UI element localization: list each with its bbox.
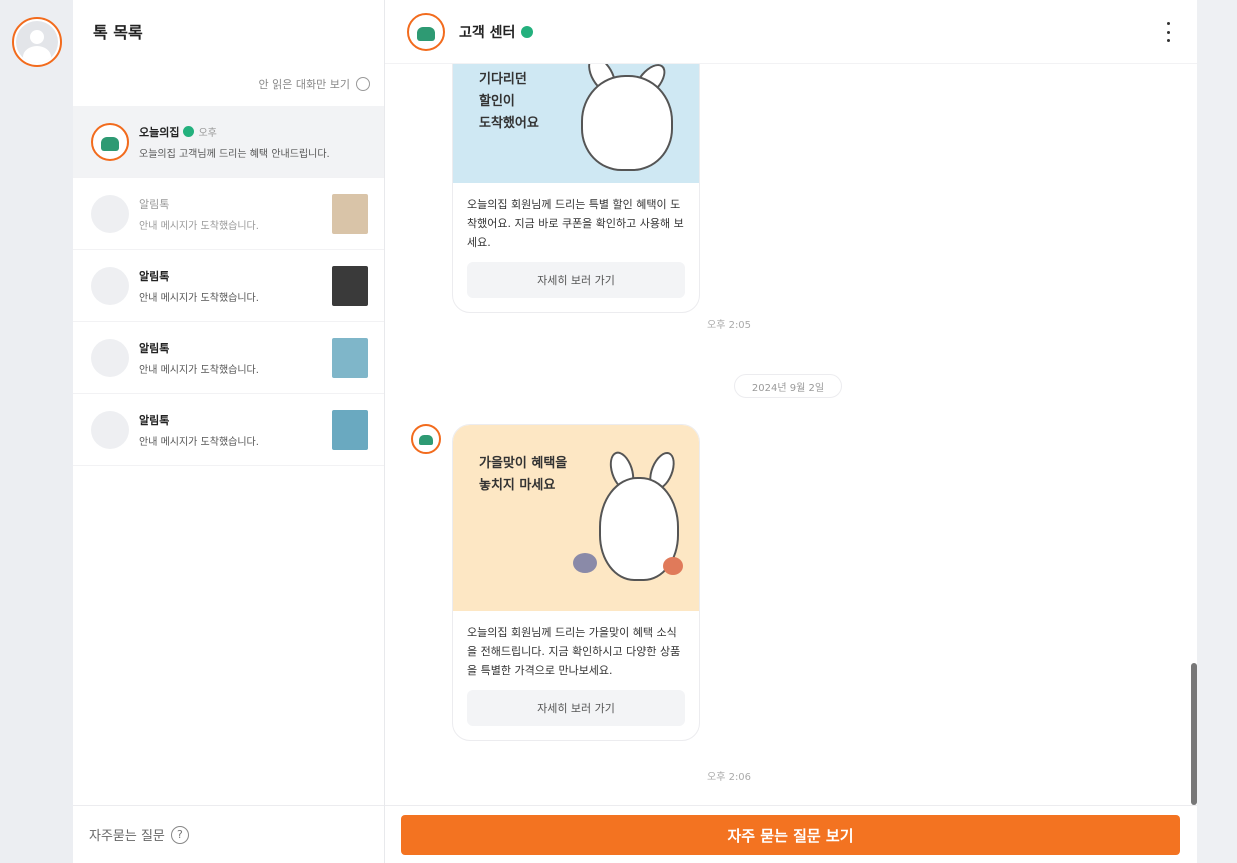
left-rail [0, 0, 73, 863]
card-action-button[interactable]: 자세히 보러 가기 [467, 262, 685, 298]
avatar [91, 194, 129, 233]
chat-name: 알림톡 [139, 341, 170, 355]
brand-avatar [91, 122, 129, 161]
faq-button[interactable]: 자주 묻는 질문 보기 [401, 815, 1180, 855]
chat-thumbnail [332, 265, 368, 306]
unread-filter-label: 안 읽은 대화만 보기 [258, 78, 350, 91]
conversation-title: 고객 센터 [459, 24, 516, 41]
card-image: 가을맞이 혜택을 놓치지 마세요 [453, 425, 699, 611]
message-list[interactable]: 기다리던 할인이 도착했어요 오늘의집 회원님께 드리는 특별 할인 혜택이 도… [385, 64, 1197, 806]
card-image: 기다리던 할인이 도착했어요 [453, 64, 699, 183]
chat-list-item[interactable]: 알림톡 안내 메시지가 도착했습니다. [73, 178, 384, 250]
more-options-icon[interactable] [1165, 22, 1171, 42]
profile-avatar[interactable] [12, 17, 62, 67]
settings-icon[interactable] [356, 77, 370, 91]
chat-list-title: 톡 목록 [93, 23, 143, 42]
chat-preview: 안내 메시지가 도착했습니다. [139, 220, 259, 232]
card-text: 오늘의집 회원님께 드리는 가을맞이 혜택 소식을 전해드립니다. 지금 확인하… [467, 626, 681, 677]
chat-list-item[interactable]: 알림톡 안내 메시지가 도착했습니다. [73, 322, 384, 394]
unread-filter-toggle[interactable]: 안 읽은 대화만 보기 [73, 62, 384, 106]
avatar [91, 410, 129, 449]
chat-time: 오후 [198, 128, 217, 139]
chat-thumbnail [332, 337, 368, 378]
verified-icon [521, 25, 534, 38]
chat-list-panel: 톡 목록 안 읽은 대화만 보기 오늘의집 오후 오늘의집 고객님께 드리는 혜택… [73, 0, 385, 863]
chat-preview: 안내 메시지가 도착했습니다. [139, 436, 259, 448]
help-icon: ? [170, 825, 189, 844]
message-time: 오후 2:06 [707, 772, 752, 783]
chat-list-item[interactable]: 알림톡 안내 메시지가 도착했습니다. [73, 250, 384, 322]
chat-name: 알림톡 [139, 197, 170, 211]
date-divider: 2024년 9월 2일 [734, 374, 842, 398]
card-action-button[interactable]: 자세히 보러 가기 [467, 690, 685, 726]
message-card: 가을맞이 혜택을 놓치지 마세요 오늘의집 회원님께 드리는 가을맞이 혜택 소… [452, 424, 700, 741]
brand-avatar [407, 12, 445, 51]
chat-preview: 안내 메시지가 도착했습니다. [139, 364, 259, 376]
chat-name: 오늘의집 [139, 125, 180, 139]
faq-link-label: 자주묻는 질문 [89, 829, 165, 844]
card-image-caption: 가을맞이 혜택을 놓치지 마세요 [479, 456, 568, 493]
card-text: 오늘의집 회원님께 드리는 특별 할인 혜택이 도착했어요. 지금 바로 쿠폰을… [467, 198, 684, 249]
chat-preview: 안내 메시지가 도착했습니다. [139, 292, 259, 304]
chat-name: 알림톡 [139, 413, 170, 427]
conversation-panel: 고객 센터 기다리던 할인이 도착했어요 오늘의집 회원님께 드리는 특별 할인… [385, 0, 1197, 863]
verified-icon [183, 126, 195, 137]
message-card: 기다리던 할인이 도착했어요 오늘의집 회원님께 드리는 특별 할인 혜택이 도… [452, 64, 700, 313]
user-icon [16, 21, 58, 63]
chat-name: 알림톡 [139, 269, 170, 283]
bunny-illustration [581, 75, 673, 171]
conversation-header: 고객 센터 [385, 0, 1197, 64]
conversation-footer: 자주 묻는 질문 보기 [385, 805, 1197, 863]
chat-list-item[interactable]: 오늘의집 오후 오늘의집 고객님께 드리는 혜택 안내드립니다. [73, 106, 384, 178]
chat-preview: 오늘의집 고객님께 드리는 혜택 안내드립니다. [139, 148, 330, 160]
chat-thumbnail [332, 409, 368, 450]
message-time: 오후 2:05 [707, 320, 752, 331]
chat-list-item[interactable]: 알림톡 안내 메시지가 도착했습니다. [73, 394, 384, 466]
avatar [91, 338, 129, 377]
right-gutter [1197, 0, 1237, 863]
chat-thumbnail [332, 193, 368, 234]
sender-avatar [411, 424, 441, 454]
faq-link[interactable]: 자주묻는 질문 ? [73, 805, 384, 863]
avatar [91, 266, 129, 305]
card-image-caption: 기다리던 할인이 도착했어요 [479, 72, 539, 131]
